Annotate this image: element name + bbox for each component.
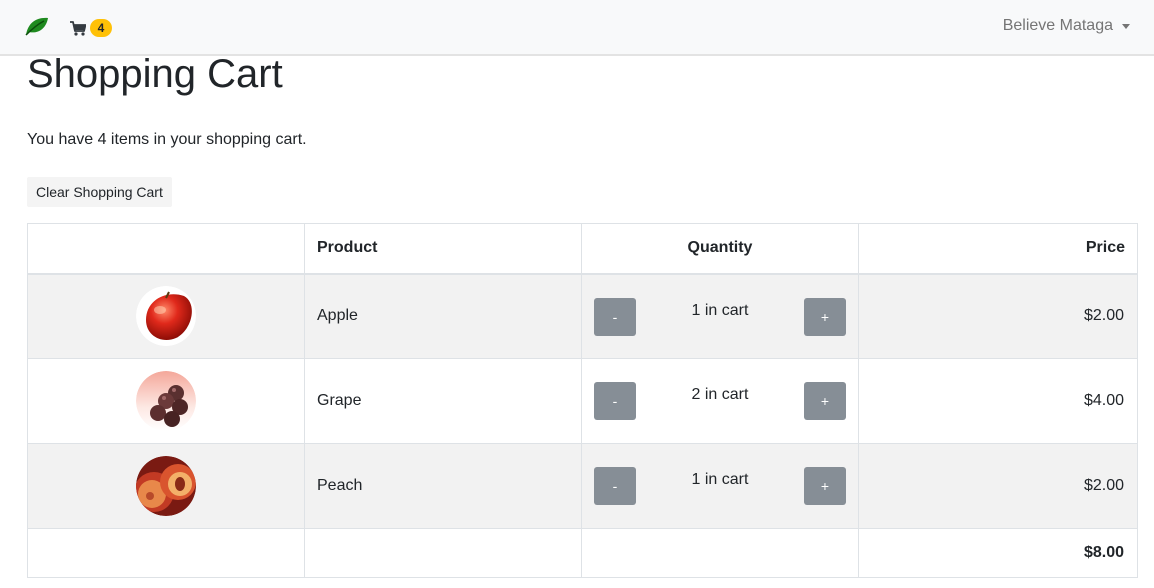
cart-table: Product Quantity Price Apple - 1 in cart… — [27, 223, 1138, 578]
product-name: Grape — [304, 358, 582, 444]
header-image — [27, 223, 305, 275]
cart-total: $8.00 — [858, 528, 1138, 578]
clear-cart-button[interactable]: Clear Shopping Cart — [27, 177, 172, 207]
leaf-logo-icon[interactable] — [24, 15, 50, 37]
table-row: Peach - 1 in cart + $2.00 — [27, 443, 1138, 529]
peach-image — [136, 456, 196, 516]
table-row: Grape - 2 in cart + $4.00 — [27, 358, 1138, 444]
apple-image — [136, 286, 196, 347]
page-title: Shopping Cart — [27, 52, 283, 96]
shopping-cart-icon — [70, 20, 87, 36]
total-row: $8.00 — [27, 528, 1138, 578]
user-name: Believe Mataga — [1002, 17, 1113, 34]
product-name: Apple — [304, 273, 582, 359]
increase-quantity-button[interactable]: + — [804, 297, 846, 336]
table-header-row: Product Quantity Price — [27, 223, 1138, 275]
increase-quantity-button[interactable]: + — [804, 467, 846, 505]
cart-count-badge: 4 — [90, 19, 112, 37]
table-row: Apple - 1 in cart + $2.00 — [27, 273, 1138, 359]
item-price: $2.00 — [858, 273, 1138, 359]
increase-quantity-button[interactable]: + — [804, 382, 846, 420]
cart-link[interactable]: 4 — [70, 17, 112, 39]
navbar: 4 Believe Mataga — [0, 0, 1154, 56]
product-name: Peach — [304, 443, 582, 529]
header-quantity: Quantity — [581, 223, 859, 275]
grape-image — [136, 371, 196, 431]
user-menu-dropdown[interactable]: Believe Mataga — [1003, 17, 1130, 35]
caret-down-icon — [1122, 24, 1130, 29]
cart-summary-text: You have 4 items in your shopping cart. — [27, 131, 307, 148]
header-product: Product — [304, 223, 582, 275]
item-price: $2.00 — [858, 443, 1138, 529]
item-price: $4.00 — [858, 358, 1138, 444]
header-price: Price — [858, 223, 1138, 275]
